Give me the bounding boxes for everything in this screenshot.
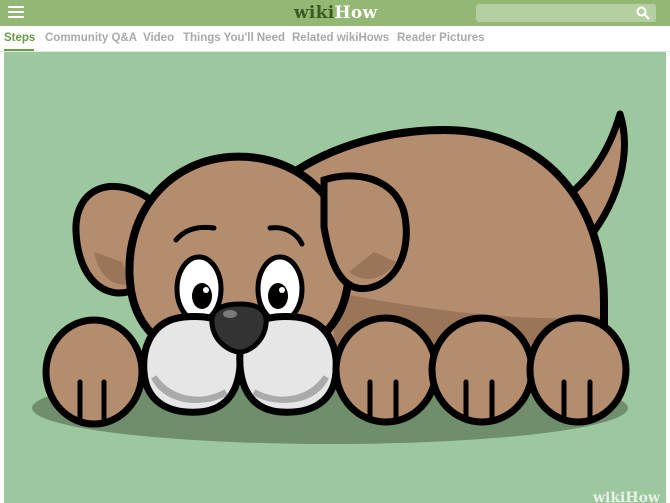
- dog-paw-3: [428, 314, 536, 426]
- dog-nose: [209, 301, 269, 355]
- wikihow-watermark: wikiHow: [592, 490, 660, 503]
- dog-paw-left: [42, 316, 146, 428]
- dog-paw-right: [526, 314, 630, 426]
- tab-things-youll-need[interactable]: Things You'll Need: [183, 32, 285, 44]
- wikihow-logo[interactable]: wikiHow: [294, 3, 377, 23]
- step-illustration: wikiHow: [4, 52, 666, 503]
- tab-reader-pictures[interactable]: Reader Pictures: [397, 32, 485, 44]
- logo-how-text: How: [334, 3, 378, 23]
- puppy-illustration: [32, 110, 630, 444]
- section-tabs: Steps Community Q&A Video Things You'll …: [0, 26, 670, 52]
- dog-paw-2: [332, 314, 440, 426]
- hamburger-menu-icon[interactable]: [8, 5, 24, 19]
- tab-community-qa[interactable]: Community Q&A: [45, 32, 137, 44]
- tab-related-wikihows[interactable]: Related wikiHows: [292, 32, 389, 44]
- tab-steps[interactable]: Steps: [4, 32, 35, 44]
- search-input[interactable]: [476, 4, 656, 22]
- search-icon[interactable]: [636, 6, 650, 20]
- tab-video[interactable]: Video: [143, 32, 174, 44]
- logo-wiki-text: wiki: [294, 3, 335, 23]
- active-tab-indicator: [4, 49, 34, 51]
- top-bar: wikiHow: [0, 0, 670, 26]
